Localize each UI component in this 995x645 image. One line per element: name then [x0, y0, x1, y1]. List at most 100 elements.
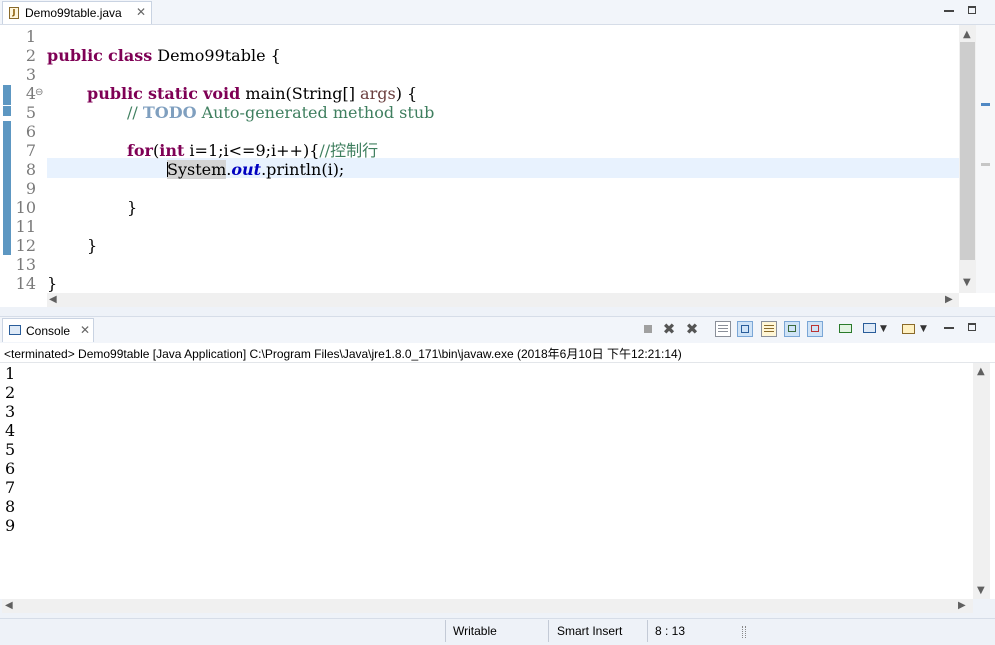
- status-writable: Writable: [453, 624, 497, 638]
- console-tab-label: Console: [26, 324, 71, 338]
- maximize-console-button[interactable]: [966, 322, 978, 334]
- comment: //控制行: [319, 141, 379, 160]
- status-resize-grip[interactable]: [742, 626, 746, 638]
- chevron-down-icon: ▼: [920, 324, 927, 334]
- code-line-10: }: [127, 198, 137, 217]
- class-name: Demo99table {: [152, 46, 281, 65]
- method-signature: main(String[]: [240, 84, 361, 103]
- line-number: 4: [25, 84, 36, 103]
- minimize-editor-button[interactable]: [943, 5, 955, 17]
- clear-console-button[interactable]: [715, 321, 731, 337]
- word-wrap-button[interactable]: [761, 321, 777, 337]
- java-file-icon: J: [9, 7, 19, 19]
- open-console-button[interactable]: [901, 321, 917, 337]
- line-number: 3: [25, 65, 36, 84]
- change-ruler: [0, 25, 14, 293]
- line-number: 7: [25, 141, 36, 160]
- code-text: ) {: [395, 84, 418, 103]
- code-text: i=1;i<=9;i++){: [184, 141, 320, 160]
- scroll-left-icon[interactable]: ◀: [49, 294, 57, 305]
- fold-collapse-icon[interactable]: ⊖: [35, 87, 43, 98]
- maximize-icon: [968, 6, 976, 14]
- minimize-icon: [944, 327, 954, 329]
- overview-marker[interactable]: [981, 103, 990, 106]
- code-line-12: }: [87, 236, 97, 255]
- output-line: 2: [5, 383, 16, 402]
- text-cursor: [167, 162, 168, 177]
- scroll-right-icon[interactable]: ▶: [945, 294, 953, 305]
- comment: Auto-generated method stub: [196, 103, 435, 122]
- stop-icon: [644, 325, 652, 333]
- word-wrap-icon: [764, 325, 774, 326]
- new-console-icon: [902, 324, 915, 334]
- comment: //: [127, 103, 143, 122]
- console-icon: [9, 325, 21, 335]
- editor-scroll-thumb[interactable]: [960, 42, 975, 260]
- status-insert-mode[interactable]: Smart Insert: [557, 624, 622, 638]
- keyword: static: [148, 84, 198, 103]
- scroll-right-icon[interactable]: ▶: [958, 600, 966, 611]
- console-output[interactable]: 1 2 3 4 5 6 7 8 9: [0, 363, 995, 599]
- editor-tab-label: Demo99table.java: [25, 6, 122, 20]
- change-marker: [3, 121, 11, 255]
- maximize-editor-button[interactable]: [966, 5, 978, 17]
- change-marker: [3, 106, 11, 116]
- keyword: public: [47, 46, 103, 65]
- display-console-dropdown[interactable]: ▼: [880, 321, 890, 337]
- output-line: 9: [5, 516, 16, 535]
- open-console-dropdown[interactable]: ▼: [920, 321, 930, 337]
- console-tab[interactable]: Console ✕: [2, 318, 94, 342]
- scroll-down-icon[interactable]: ▼: [977, 585, 985, 596]
- keyword: class: [108, 46, 153, 65]
- close-icon[interactable]: ✕: [136, 5, 146, 19]
- change-marker: [3, 85, 11, 105]
- console-vertical-scrollbar[interactable]: ▲ ▼: [973, 363, 990, 599]
- scroll-down-icon[interactable]: ▼: [963, 277, 971, 288]
- maximize-icon: [968, 323, 976, 331]
- overview-ruler: [976, 25, 995, 293]
- output-line: 5: [5, 440, 16, 459]
- line-number: 11: [15, 217, 36, 236]
- minimize-icon: [944, 10, 954, 12]
- todo-tag: TODO: [142, 103, 197, 122]
- output-line: 6: [5, 459, 16, 478]
- static-field: out: [231, 160, 262, 179]
- editor-tab-demo99table[interactable]: J Demo99table.java ✕: [2, 1, 152, 24]
- status-divider: [548, 620, 549, 642]
- code-line-7: for(int i=1;i<=9;i++){//控制行: [127, 141, 378, 160]
- scroll-up-icon[interactable]: ▲: [963, 29, 971, 40]
- remove-launch-button[interactable]: ✖: [661, 321, 677, 337]
- code-text: }: [47, 274, 58, 293]
- scroll-up-icon[interactable]: ▲: [977, 366, 985, 377]
- code-line-5: // TODO Auto-generated method stub: [127, 103, 434, 122]
- monitor-icon: [863, 323, 876, 333]
- terminate-button[interactable]: [640, 321, 656, 337]
- show-console-stderr-button[interactable]: [807, 321, 823, 337]
- code-line-14: }: [47, 274, 57, 293]
- line-number: 1: [25, 27, 36, 46]
- output-line: 3: [5, 402, 16, 421]
- line-number: 10: [15, 198, 36, 217]
- line-number: 9: [25, 179, 36, 198]
- overview-marker[interactable]: [981, 163, 990, 166]
- remove-all-terminated-button[interactable]: ✖: [684, 321, 700, 337]
- keyword: int: [159, 141, 185, 160]
- display-selected-console-button[interactable]: [862, 321, 878, 337]
- line-number: 14: [15, 274, 36, 293]
- scroll-lock-button[interactable]: [737, 321, 753, 337]
- minimize-console-button[interactable]: [943, 322, 955, 334]
- output-line: 7: [5, 478, 16, 497]
- line-number: 6: [25, 122, 36, 141]
- show-console-stdout-button[interactable]: [784, 321, 800, 337]
- console-horizontal-scrollbar[interactable]: ◀ ▶: [2, 599, 973, 613]
- scroll-left-icon[interactable]: ◀: [5, 600, 13, 611]
- close-icon[interactable]: ✕: [80, 323, 90, 337]
- editor-horizontal-scrollbar[interactable]: ◀ ▶: [47, 293, 959, 307]
- line-number: 13: [15, 255, 36, 274]
- status-cursor-position: 8 : 13: [655, 624, 686, 638]
- occurrence-highlight: System: [167, 160, 227, 179]
- pin-console-button[interactable]: [838, 321, 854, 337]
- chevron-down-icon: ▼: [880, 324, 887, 334]
- output-line: 4: [5, 421, 16, 440]
- code-line-4: public static void main(String[] args) {: [87, 84, 417, 103]
